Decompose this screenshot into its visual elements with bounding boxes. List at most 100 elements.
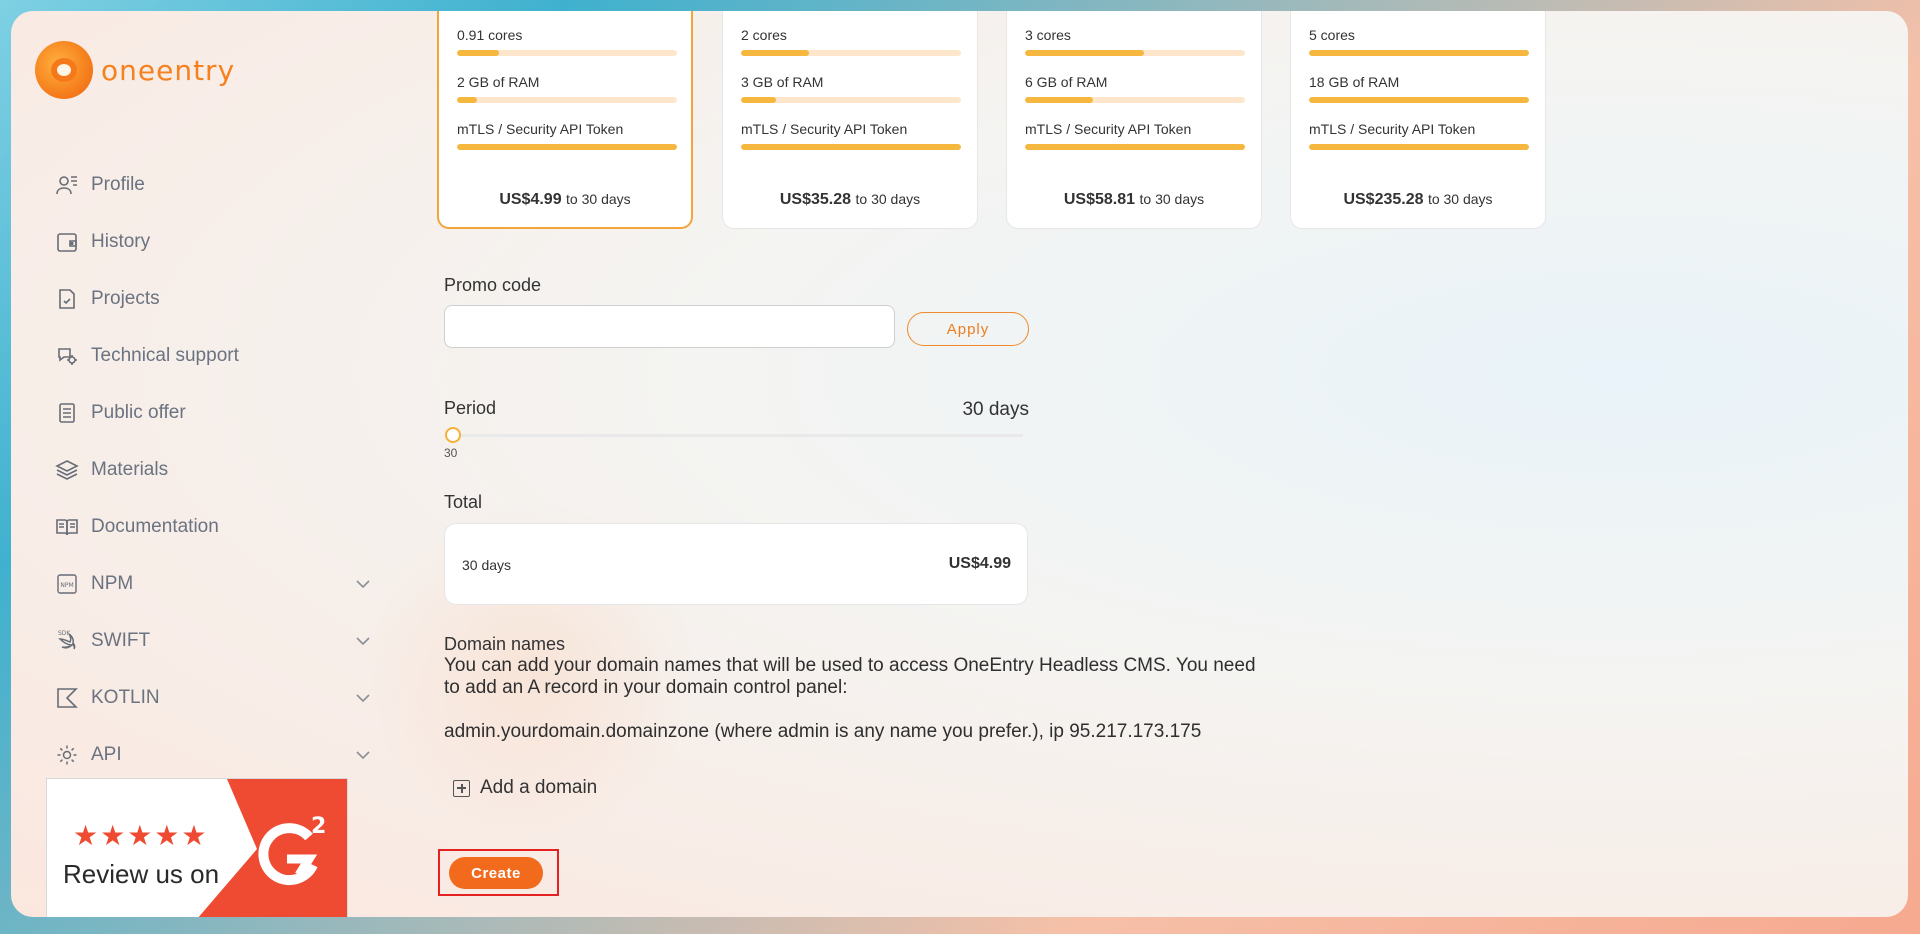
sidebar-item-materials[interactable]: Materials bbox=[55, 441, 375, 498]
token-bar-fill bbox=[741, 144, 961, 150]
cores-bar-fill bbox=[1309, 50, 1529, 56]
sidebar-item-swift[interactable]: SDK SWIFT bbox=[55, 612, 375, 669]
ram-bar-fill bbox=[1309, 97, 1529, 103]
period-slider-track[interactable] bbox=[447, 434, 1023, 437]
chevron-down-icon[interactable] bbox=[351, 743, 375, 767]
total-summary: 30 days US$4.99 bbox=[444, 523, 1028, 605]
book-icon bbox=[55, 515, 79, 539]
ram-label: 18 GB of RAM bbox=[1309, 74, 1400, 90]
svg-text:2: 2 bbox=[311, 814, 326, 839]
sidebar-item-profile[interactable]: Profile bbox=[55, 156, 375, 213]
layers-icon bbox=[55, 458, 79, 482]
sidebar-item-projects[interactable]: Projects bbox=[55, 270, 375, 327]
chevron-down-icon[interactable] bbox=[351, 572, 375, 596]
domain-example: admin.yourdomain.domainzone (where admin… bbox=[444, 721, 1202, 742]
add-domain-button[interactable]: Add a domain bbox=[453, 777, 597, 799]
price-amount: US$35.28 bbox=[779, 191, 852, 208]
cores-bar-fill bbox=[457, 50, 499, 56]
token-label: mTLS / Security API Token bbox=[1025, 121, 1192, 137]
price-period: to 30 days bbox=[1139, 191, 1205, 207]
g2-review-badge[interactable]: ★★★★★ Review us on 2 bbox=[46, 778, 348, 917]
swift-icon: SDK bbox=[55, 629, 79, 653]
token-bar-fill bbox=[1025, 144, 1245, 150]
period-slider-tick: 30 bbox=[444, 446, 458, 460]
sidebar-item-kotlin[interactable]: KOTLIN bbox=[55, 669, 375, 726]
plan-price: US$4.99 to 30 days bbox=[439, 191, 691, 209]
ram-bar bbox=[457, 97, 677, 103]
cores-label: 3 cores bbox=[1025, 27, 1071, 43]
token-bar bbox=[1309, 144, 1529, 150]
chevron-down-icon[interactable] bbox=[351, 629, 375, 653]
cores-bar bbox=[457, 50, 677, 56]
brand-logo[interactable]: oneentry bbox=[35, 41, 235, 99]
domain-names-description: You can add your domain names that will … bbox=[444, 655, 1256, 698]
total-duration: 30 days bbox=[462, 557, 512, 573]
sidebar-item-documentation[interactable]: Documentation bbox=[55, 498, 375, 555]
period-slider-handle[interactable] bbox=[445, 427, 461, 443]
cores-label: 5 cores bbox=[1309, 27, 1355, 43]
plus-square-icon bbox=[453, 779, 470, 797]
ram-bar bbox=[741, 97, 961, 103]
price-period: to 30 days bbox=[1427, 191, 1493, 207]
cores-label: 0.91 cores bbox=[457, 27, 523, 43]
sidebar-item-api[interactable]: API bbox=[55, 726, 375, 783]
ram-bar-fill bbox=[457, 97, 477, 103]
sidebar-item-label: KOTLIN bbox=[91, 686, 160, 708]
chevron-down-icon[interactable] bbox=[351, 686, 375, 710]
price-amount: US$4.99 bbox=[499, 191, 562, 208]
sidebar-item-label: Technical support bbox=[91, 344, 239, 366]
period-label: Period bbox=[444, 398, 497, 418]
rating-stars: ★★★★★ bbox=[73, 820, 209, 851]
token-label: mTLS / Security API Token bbox=[457, 121, 624, 137]
plan-card[interactable]: 5 cores 18 GB of RAM mTLS / Security API… bbox=[1290, 11, 1546, 229]
plan-card[interactable]: 3 cores 6 GB of RAM mTLS / Security API … bbox=[1006, 11, 1262, 229]
user-list-icon bbox=[55, 173, 79, 197]
plan-price: US$235.28 to 30 days bbox=[1291, 191, 1545, 209]
sidebar-item-history[interactable]: History bbox=[55, 213, 375, 270]
sidebar-item-public-offer[interactable]: Public offer bbox=[55, 384, 375, 441]
token-bar bbox=[1025, 144, 1245, 150]
plan-price: US$58.81 to 30 days bbox=[1007, 191, 1261, 209]
add-domain-label: Add a domain bbox=[480, 777, 598, 798]
cores-bar bbox=[1025, 50, 1245, 56]
ram-bar bbox=[1025, 97, 1245, 103]
cores-label: 2 cores bbox=[741, 27, 787, 43]
create-button[interactable]: Create bbox=[449, 857, 543, 889]
cores-bar bbox=[741, 50, 961, 56]
sidebar-item-label: Documentation bbox=[91, 515, 219, 537]
token-bar-fill bbox=[457, 144, 677, 150]
sidebar-item-label: SWIFT bbox=[91, 629, 151, 651]
ram-bar bbox=[1309, 97, 1529, 103]
plan-card[interactable]: 0.91 cores 2 GB of RAM mTLS / Security A… bbox=[437, 11, 693, 229]
cores-bar-fill bbox=[741, 50, 810, 56]
price-period: to 30 days bbox=[855, 191, 921, 207]
ram-label: 3 GB of RAM bbox=[741, 74, 824, 90]
sidebar-item-technical-support[interactable]: Technical support bbox=[55, 327, 375, 384]
sidebar-item-label: API bbox=[91, 743, 122, 765]
sidebar-nav: Profile History Projects Technical suppo… bbox=[55, 156, 375, 783]
sidebar-item-label: History bbox=[91, 230, 151, 252]
ram-label: 2 GB of RAM bbox=[457, 74, 540, 90]
cores-bar-fill bbox=[1025, 50, 1144, 56]
wallet-icon bbox=[55, 230, 79, 254]
review-text: Review us on bbox=[63, 859, 220, 889]
token-bar bbox=[741, 144, 961, 150]
cores-bar bbox=[1309, 50, 1529, 56]
promo-code-input[interactable] bbox=[444, 305, 895, 348]
promo-code-label: Promo code bbox=[444, 275, 542, 295]
plan-card[interactable]: 2 cores 3 GB of RAM mTLS / Security API … bbox=[722, 11, 978, 229]
svg-text:NPM: NPM bbox=[60, 582, 73, 589]
document-check-icon bbox=[55, 287, 79, 311]
price-amount: US$58.81 bbox=[1063, 191, 1136, 208]
kotlin-icon bbox=[55, 686, 79, 710]
sidebar-item-npm[interactable]: NPM NPM bbox=[55, 555, 375, 612]
brand-name: oneentry bbox=[101, 53, 236, 87]
ram-bar-fill bbox=[1025, 97, 1094, 103]
period-value: 30 days bbox=[962, 399, 1029, 420]
plan-price: US$35.28 to 30 days bbox=[723, 191, 977, 209]
price-amount: US$235.28 bbox=[1343, 191, 1424, 208]
token-bar-fill bbox=[1309, 144, 1529, 150]
apply-button[interactable]: Apply bbox=[907, 312, 1029, 346]
ram-label: 6 GB of RAM bbox=[1025, 74, 1108, 90]
document-lines-icon bbox=[55, 401, 79, 425]
